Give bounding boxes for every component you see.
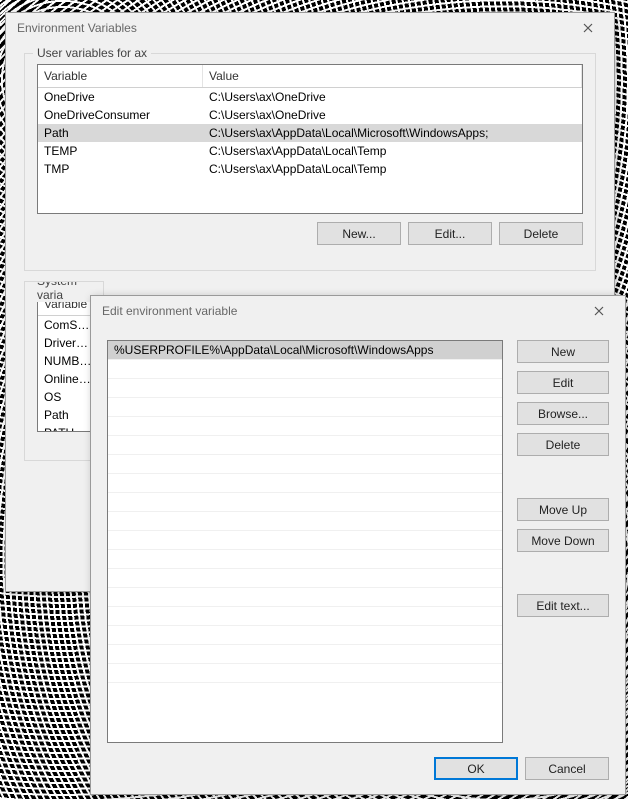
cell-variable: Path xyxy=(38,406,98,424)
col-header-value[interactable]: Value xyxy=(203,65,582,87)
cell-variable: OS xyxy=(38,388,98,406)
list-item[interactable] xyxy=(108,664,502,683)
table-row[interactable]: OneDriveC:\Users\ax\OneDrive xyxy=(38,88,582,106)
cell-value: C:\Users\ax\OneDrive xyxy=(203,106,582,124)
close-icon[interactable] xyxy=(581,299,617,323)
move-up-button[interactable]: Move Up xyxy=(517,498,609,521)
cell-variable: NUMBER_ xyxy=(38,352,98,370)
cell-variable: TMP xyxy=(38,160,203,178)
user-delete-button[interactable]: Delete xyxy=(499,222,583,245)
cell-value: C:\Users\ax\AppData\Local\Microsoft\Wind… xyxy=(203,124,582,142)
edit-env-titlebar[interactable]: Edit environment variable xyxy=(91,296,625,326)
list-item[interactable] xyxy=(108,436,502,455)
edit-button[interactable]: Edit xyxy=(517,371,609,394)
cell-variable: OnlineSer xyxy=(38,370,98,388)
table-row[interactable]: ComSpec xyxy=(38,316,98,334)
col-header-variable[interactable]: Variable xyxy=(38,65,203,87)
ok-button[interactable]: OK xyxy=(434,757,518,780)
edit-text-button[interactable]: Edit text... xyxy=(517,594,609,617)
cell-variable: DriverData xyxy=(38,334,98,352)
list-item[interactable] xyxy=(108,550,502,569)
list-item[interactable] xyxy=(108,493,502,512)
list-item[interactable] xyxy=(108,645,502,664)
list-item[interactable] xyxy=(108,455,502,474)
list-item[interactable] xyxy=(108,512,502,531)
move-down-button[interactable]: Move Down xyxy=(517,529,609,552)
table-row[interactable]: OS xyxy=(38,388,98,406)
cell-value: C:\Users\ax\AppData\Local\Temp xyxy=(203,142,582,160)
list-item[interactable] xyxy=(108,398,502,417)
edit-env-title: Edit environment variable xyxy=(99,304,581,318)
browse-button[interactable]: Browse... xyxy=(517,402,609,425)
cell-value: C:\Users\ax\AppData\Local\Temp xyxy=(203,160,582,178)
table-row[interactable]: Path xyxy=(38,406,98,424)
list-item[interactable] xyxy=(108,531,502,550)
cell-variable: OneDrive xyxy=(38,88,203,106)
cell-variable: Path xyxy=(38,124,203,142)
env-vars-title: Environment Variables xyxy=(14,21,570,35)
user-vars-legend: User variables for ax xyxy=(33,46,151,60)
list-item[interactable] xyxy=(108,379,502,398)
user-new-button[interactable]: New... xyxy=(317,222,401,245)
table-row[interactable]: OneDriveConsumerC:\Users\ax\OneDrive xyxy=(38,106,582,124)
cell-variable: TEMP xyxy=(38,142,203,160)
cell-variable: PATHEXT xyxy=(38,424,98,432)
list-item[interactable] xyxy=(108,474,502,493)
table-row[interactable]: PathC:\Users\ax\AppData\Local\Microsoft\… xyxy=(38,124,582,142)
cell-variable: ComSpec xyxy=(38,316,98,334)
list-item[interactable] xyxy=(108,417,502,436)
table-row[interactable]: TMPC:\Users\ax\AppData\Local\Temp xyxy=(38,160,582,178)
list-item[interactable] xyxy=(108,607,502,626)
list-item[interactable] xyxy=(108,360,502,379)
list-item[interactable]: %USERPROFILE%\AppData\Local\Microsoft\Wi… xyxy=(108,341,502,360)
new-button[interactable]: New xyxy=(517,340,609,363)
delete-button[interactable]: Delete xyxy=(517,433,609,456)
table-row[interactable]: NUMBER_ xyxy=(38,352,98,370)
path-entries-list[interactable]: %USERPROFILE%\AppData\Local\Microsoft\Wi… xyxy=(107,340,503,743)
user-edit-button[interactable]: Edit... xyxy=(408,222,492,245)
close-icon[interactable] xyxy=(570,16,606,40)
env-vars-titlebar[interactable]: Environment Variables xyxy=(6,13,614,43)
list-item[interactable] xyxy=(108,588,502,607)
table-row[interactable]: TEMPC:\Users\ax\AppData\Local\Temp xyxy=(38,142,582,160)
user-vars-header[interactable]: Variable Value xyxy=(38,65,582,88)
cell-value: C:\Users\ax\OneDrive xyxy=(203,88,582,106)
table-row[interactable]: OnlineSer xyxy=(38,370,98,388)
table-row[interactable]: DriverData xyxy=(38,334,98,352)
table-row[interactable]: PATHEXT xyxy=(38,424,98,432)
cancel-button[interactable]: Cancel xyxy=(525,757,609,780)
edit-env-var-dialog: Edit environment variable %USERPROFILE%\… xyxy=(90,295,626,795)
cell-variable: OneDriveConsumer xyxy=(38,106,203,124)
user-vars-list[interactable]: Variable Value OneDriveC:\Users\ax\OneDr… xyxy=(37,64,583,214)
user-vars-group: User variables for ax Variable Value One… xyxy=(24,53,596,271)
list-item[interactable] xyxy=(108,626,502,645)
list-item[interactable] xyxy=(108,569,502,588)
